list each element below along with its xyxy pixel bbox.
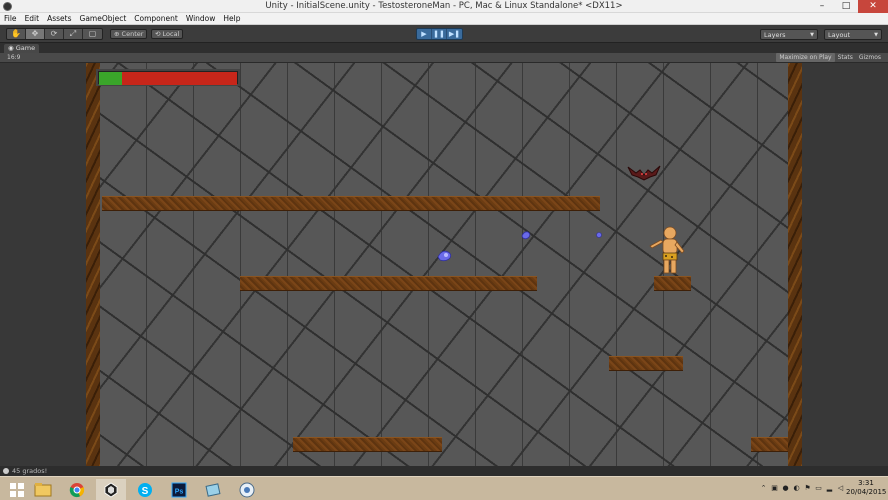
menu-gameobject[interactable]: GameObject <box>80 13 127 24</box>
transform-tools: ✋ ✥ ⟳ ⤢ ▢ <box>6 28 103 40</box>
tray-flag-icon[interactable]: ⚑ <box>802 483 813 493</box>
layout-dropdown[interactable]: Layout ▼ <box>824 29 882 40</box>
maximize-button[interactable]: □ <box>834 0 858 13</box>
menu-edit[interactable]: Edit <box>25 13 40 24</box>
pivot-center-toggle[interactable]: ⊕ Center <box>110 29 148 39</box>
menu-bar: File Edit Assets GameObject Component Wi… <box>0 13 888 25</box>
windows-taskbar: S Ps ⌃ ▣ ● ◐ ⚑ ▭ ▂ ◁ 3:31 20/04/2015 <box>0 476 888 500</box>
platform-player <box>654 276 691 291</box>
platform-middle <box>240 276 537 291</box>
console-message[interactable]: 45 grados! <box>3 467 47 475</box>
gizmos-dropdown[interactable]: Gizmos <box>856 53 884 62</box>
scale-icon[interactable]: ⤢ <box>64 29 83 39</box>
play-icon[interactable]: ▶ <box>417 29 432 39</box>
svg-text:Ps: Ps <box>175 488 184 495</box>
platform-bottom-right <box>751 437 788 452</box>
tray-app-icon[interactable]: ▣ <box>769 483 780 493</box>
game-view[interactable] <box>0 63 888 466</box>
game-tab-icon: ◉ <box>8 44 14 52</box>
rect-icon[interactable]: ▢ <box>83 29 102 39</box>
health-fill <box>99 72 122 85</box>
unity-icon[interactable] <box>96 479 126 500</box>
blue-projectile <box>596 232 602 238</box>
svg-text:S: S <box>142 486 149 497</box>
menu-file[interactable]: File <box>4 13 17 24</box>
clock-date: 20/04/2015 <box>846 488 887 496</box>
menu-window[interactable]: Window <box>186 13 216 24</box>
rotate-icon[interactable]: ⟳ <box>45 29 64 39</box>
menu-assets[interactable]: Assets <box>47 13 71 24</box>
taskbar-clock[interactable]: 3:31 20/04/2015 <box>846 479 886 497</box>
tray-volume-icon[interactable]: ◁ <box>835 483 846 493</box>
tray-display-icon[interactable]: ▭ <box>813 483 824 493</box>
photoshop-icon[interactable]: Ps <box>164 479 194 500</box>
right-wall <box>788 63 802 466</box>
pivot-local-toggle[interactable]: ⟲ Local <box>151 29 184 39</box>
app-icon[interactable] <box>198 479 228 500</box>
pivot-icon: ⊕ <box>114 30 120 38</box>
health-bar <box>96 69 240 86</box>
move-icon[interactable]: ✥ <box>26 29 45 39</box>
blue-fireball <box>437 250 452 262</box>
platform-right <box>609 356 683 371</box>
hand-icon[interactable]: ✋ <box>7 29 26 39</box>
game-tab-strip: ◉ Game <box>0 43 888 53</box>
chevron-down-icon: ▼ <box>810 32 814 38</box>
remote-icon[interactable] <box>232 479 262 500</box>
blue-projectile <box>521 231 531 240</box>
window-title: Unity - InitialScene.unity - Testosteron… <box>265 1 623 11</box>
game-toolbar: 16:9 Maximize on Play Stats Gizmos <box>0 53 888 63</box>
tray-skype-icon[interactable]: ◐ <box>791 483 802 493</box>
file-explorer-icon[interactable] <box>28 479 58 500</box>
status-bar: 45 grados! <box>0 466 888 476</box>
chrome-icon[interactable] <box>62 479 92 500</box>
minimize-button[interactable]: – <box>810 0 834 13</box>
health-empty <box>122 72 237 85</box>
layers-dropdown[interactable]: Layers ▼ <box>760 29 818 40</box>
clock-time: 3:31 <box>858 479 874 487</box>
pause-icon[interactable]: ❚❚ <box>432 29 447 39</box>
main-toolbar: ✋ ✥ ⟳ ⤢ ▢ ⊕ Center ⟲ Local ▶ ❚❚ ▶❚ Layer… <box>0 25 888 43</box>
local-icon: ⟲ <box>155 30 161 38</box>
player-character <box>649 226 685 274</box>
aspect-ratio-dropdown[interactable]: 16:9 <box>7 54 20 61</box>
step-icon[interactable]: ▶❚ <box>447 29 462 39</box>
tray-expand-icon[interactable]: ⌃ <box>758 483 769 493</box>
close-button[interactable]: ✕ <box>858 0 888 13</box>
left-wall <box>86 63 100 466</box>
tab-game[interactable]: ◉ Game <box>4 44 40 53</box>
platform-top <box>102 196 600 211</box>
chevron-down-icon: ▼ <box>874 32 878 38</box>
game-canvas[interactable] <box>86 63 802 466</box>
maximize-on-play-toggle[interactable]: Maximize on Play <box>776 53 835 62</box>
info-icon <box>3 468 9 474</box>
tray-network-icon[interactable]: ▂ <box>824 483 835 493</box>
stats-toggle[interactable]: Stats <box>835 53 856 62</box>
menu-component[interactable]: Component <box>134 13 178 24</box>
play-controls: ▶ ❚❚ ▶❚ <box>416 28 463 40</box>
menu-help[interactable]: Help <box>223 13 240 24</box>
platform-bottom <box>293 437 442 452</box>
bat-enemy <box>627 165 661 181</box>
title-bar: Unity - InitialScene.unity - Testosteron… <box>0 0 888 13</box>
window-controls: – □ ✕ <box>810 0 888 13</box>
system-tray: ⌃ ▣ ● ◐ ⚑ ▭ ▂ ◁ <box>758 483 846 493</box>
skype-icon[interactable]: S <box>130 479 160 500</box>
tray-chrome-icon[interactable]: ● <box>780 483 791 493</box>
